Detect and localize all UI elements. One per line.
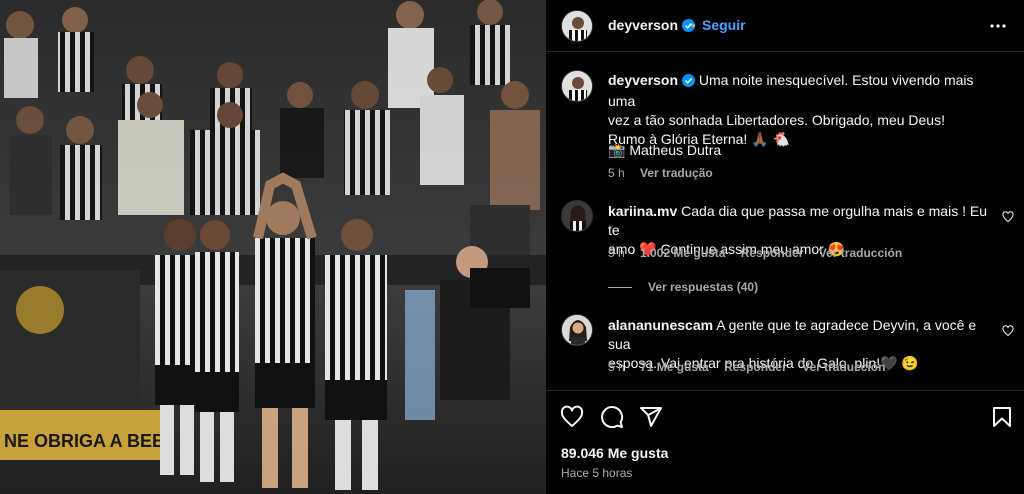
avatar-image	[562, 11, 592, 41]
comment-username[interactable]: alananunescam	[608, 317, 713, 333]
post-actions: 89.046 Me gusta Hace 5 horas	[546, 390, 1024, 494]
reply-button[interactable]: Responder	[741, 246, 804, 260]
comment-like-heart-icon[interactable]	[1002, 210, 1014, 228]
comment-username[interactable]: kariina.mv	[608, 203, 677, 219]
photo-banner-text: NE OBRIGA A BEB	[4, 431, 165, 451]
replies-divider-line	[608, 286, 632, 288]
header-user: deyverson	[608, 17, 695, 35]
see-translation-link[interactable]: Ver traducción	[802, 360, 885, 374]
caption-meta: 5 h Ver tradução	[608, 166, 725, 180]
header-separator: •	[691, 17, 696, 33]
comment-age: 5 h	[608, 360, 625, 374]
avatar-image	[562, 71, 592, 101]
comment-age: 5 h	[608, 246, 625, 260]
avatar-image	[562, 315, 592, 345]
reply-button[interactable]: Responder	[724, 360, 787, 374]
save-icon[interactable]	[990, 405, 1014, 434]
caption-author-avatar[interactable]	[561, 70, 593, 102]
caption-text: deyverson Uma noite inesquecível. Estou …	[608, 71, 1003, 149]
header-username[interactable]: deyverson	[608, 17, 678, 33]
view-replies-button[interactable]: Ver respuestas (40)	[608, 280, 758, 294]
verified-badge-icon	[681, 73, 695, 92]
post-photo-illustration: NE OBRIGA A BEB	[0, 0, 546, 494]
author-avatar[interactable]	[561, 10, 593, 42]
avatar-image	[562, 201, 592, 231]
comment-likes[interactable]: 1.002 Me gusta	[640, 246, 725, 260]
heart-icon[interactable]	[560, 405, 584, 434]
caption-username[interactable]: deyverson	[608, 72, 678, 88]
post-header: deyverson • Seguir	[546, 0, 1024, 52]
commenter-avatar[interactable]	[561, 200, 593, 232]
comment-likes[interactable]: 71 Me gusta	[640, 360, 709, 374]
follow-button[interactable]: Seguir	[702, 17, 746, 33]
post-photo[interactable]: NE OBRIGA A BEB	[0, 0, 546, 494]
post-side-panel: deyverson • Seguir deyverson Uma noite i…	[546, 0, 1024, 494]
photo-credit: 📸 Matheus Dutra	[608, 142, 722, 158]
post-likes-count[interactable]: 89.046 Me gusta	[561, 445, 668, 461]
post-timestamp[interactable]: Hace 5 horas	[561, 466, 632, 480]
see-translation-link[interactable]: Ver tradução	[640, 166, 713, 180]
comment-like-heart-icon[interactable]	[1002, 324, 1014, 342]
more-options-icon[interactable]	[986, 14, 1010, 43]
caption-age: 5 h	[608, 166, 625, 180]
see-translation-link[interactable]: Ver traducción	[819, 246, 902, 260]
caption-line-2: vez a tão sonhada Libertadores. Obrigado…	[608, 112, 945, 128]
commenter-avatar[interactable]	[561, 314, 593, 346]
comment-meta: 5 h 71 Me gusta Responder Ver traducción	[608, 360, 897, 374]
view-replies-label: Ver respuestas (40)	[648, 280, 759, 294]
comment-meta: 5 h 1.002 Me gusta Responder Ver traducc…	[608, 246, 914, 260]
comment-icon[interactable]	[600, 405, 624, 434]
share-icon[interactable]	[639, 405, 663, 434]
